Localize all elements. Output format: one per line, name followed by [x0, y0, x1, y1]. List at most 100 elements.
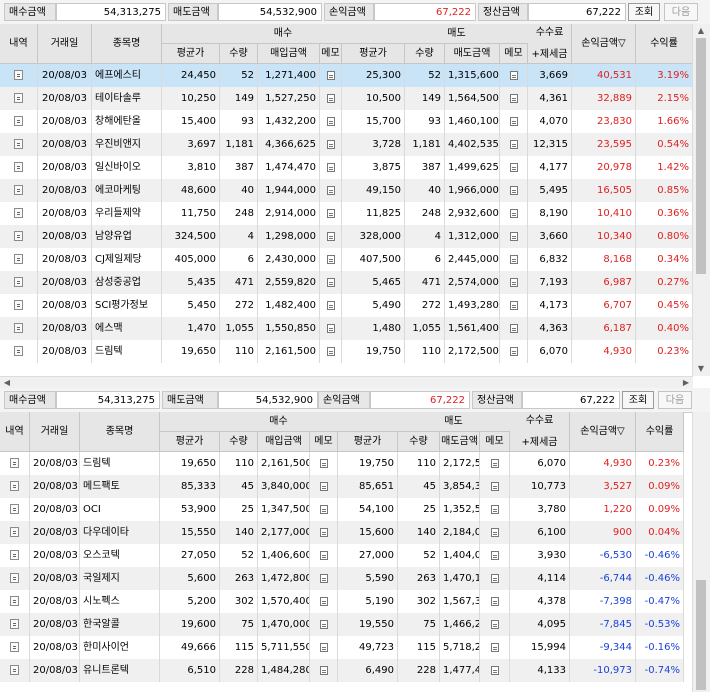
memo-icon[interactable] — [326, 346, 335, 356]
buy-memo-icon[interactable] — [320, 294, 342, 317]
detail-icon[interactable] — [10, 665, 19, 675]
sell-memo-icon[interactable] — [500, 133, 528, 156]
scroll-down-icon[interactable]: ▼ — [695, 364, 707, 374]
memo-icon[interactable] — [509, 277, 518, 287]
sell-memo-icon[interactable] — [500, 317, 528, 340]
col-header-sell-avg[interactable]: 평균가 — [342, 44, 405, 64]
detail-icon[interactable] — [10, 527, 19, 537]
scroll-thumb[interactable] — [696, 38, 706, 274]
buy-memo-icon[interactable] — [310, 521, 338, 544]
detail-icon[interactable] — [14, 323, 23, 333]
memo-icon[interactable] — [509, 116, 518, 126]
col-header-sell-memo[interactable]: 메모 — [480, 432, 510, 452]
detail-icon[interactable] — [0, 271, 38, 294]
detail-icon[interactable] — [0, 567, 30, 590]
detail-icon[interactable] — [14, 208, 23, 218]
memo-icon[interactable] — [509, 93, 518, 103]
buy-memo-icon[interactable] — [320, 248, 342, 271]
sell-memo-icon[interactable] — [500, 64, 528, 87]
memo-icon[interactable] — [490, 665, 499, 675]
buy-memo-icon[interactable] — [320, 340, 342, 363]
col-header-fee-tax[interactable]: 수수료 +제세금 — [528, 24, 572, 64]
col-header-buy-amount[interactable]: 매입금액 — [258, 44, 320, 64]
memo-icon[interactable] — [319, 573, 328, 583]
detail-icon[interactable] — [0, 636, 30, 659]
sell-memo-icon[interactable] — [480, 613, 510, 636]
table-row[interactable]: 20/08/03 에스맥 1,470 1,055 1,550,850 1,480 1,055… — [0, 317, 693, 340]
memo-icon[interactable] — [509, 323, 518, 333]
sell-memo-icon[interactable] — [480, 590, 510, 613]
buy-memo-icon[interactable] — [320, 133, 342, 156]
table-row[interactable]: 20/08/03 SCI평가정보 5,450 272 1,482,400 5,490 272… — [0, 294, 693, 317]
memo-icon[interactable] — [490, 458, 499, 468]
detail-icon[interactable] — [0, 110, 38, 133]
buy-memo-icon[interactable] — [320, 202, 342, 225]
memo-icon[interactable] — [326, 139, 335, 149]
sell-memo-icon[interactable] — [480, 659, 510, 682]
buy-memo-icon[interactable] — [310, 636, 338, 659]
memo-icon[interactable] — [326, 323, 335, 333]
memo-icon[interactable] — [490, 527, 499, 537]
scroll-left-icon[interactable]: ◀ — [1, 378, 13, 388]
col-header-sell-qty[interactable]: 수량 — [405, 44, 445, 64]
sell-memo-icon[interactable] — [500, 248, 528, 271]
sell-memo-icon[interactable] — [500, 294, 528, 317]
sell-memo-icon[interactable] — [500, 271, 528, 294]
memo-icon[interactable] — [509, 162, 518, 172]
scroll-right-icon[interactable]: ▶ — [680, 378, 692, 388]
detail-icon[interactable] — [0, 317, 38, 340]
memo-icon[interactable] — [490, 573, 499, 583]
col-header-sell-amount[interactable]: 매도금액 — [440, 432, 480, 452]
memo-icon[interactable] — [326, 93, 335, 103]
table-row[interactable]: 20/08/03 에코마케팅 48,600 40 1,944,000 49,150 40 1,… — [0, 179, 693, 202]
sell-memo-icon[interactable] — [480, 475, 510, 498]
table-row[interactable]: 20/08/03 오스코텍 27,050 52 1,406,600 27,000 52 1,4… — [0, 544, 684, 567]
detail-icon[interactable] — [0, 521, 30, 544]
table-row[interactable]: 20/08/03 우리들제약 11,750 248 2,914,000 11,825 248… — [0, 202, 693, 225]
detail-icon[interactable] — [10, 619, 19, 629]
memo-icon[interactable] — [326, 70, 335, 80]
next-button[interactable]: 다음 — [664, 3, 698, 21]
memo-icon[interactable] — [319, 504, 328, 514]
memo-icon[interactable] — [490, 596, 499, 606]
detail-icon[interactable] — [0, 590, 30, 613]
detail-icon[interactable] — [14, 185, 23, 195]
col-header-detail[interactable]: 내역 — [0, 24, 38, 64]
detail-icon[interactable] — [14, 93, 23, 103]
sell-memo-icon[interactable] — [500, 202, 528, 225]
detail-icon[interactable] — [0, 248, 38, 271]
sell-memo-icon[interactable] — [500, 179, 528, 202]
detail-icon[interactable] — [10, 458, 19, 468]
detail-icon[interactable] — [0, 64, 38, 87]
col-header-buy-qty[interactable]: 수량 — [220, 44, 258, 64]
col-header-sell-memo[interactable]: 메모 — [500, 44, 528, 64]
query-button[interactable]: 조회 — [622, 391, 654, 409]
sell-memo-icon[interactable] — [480, 498, 510, 521]
table-row[interactable]: 20/08/03 삼성중공업 5,435 471 2,559,820 5,465 471 2,… — [0, 271, 693, 294]
buy-memo-icon[interactable] — [310, 452, 338, 475]
memo-icon[interactable] — [319, 458, 328, 468]
detail-icon[interactable] — [14, 139, 23, 149]
detail-icon[interactable] — [0, 156, 38, 179]
table-row[interactable]: 20/08/03 드림텍 19,650 110 2,161,500 19,750 110 2,… — [0, 340, 693, 363]
memo-icon[interactable] — [509, 254, 518, 264]
buy-memo-icon[interactable] — [320, 271, 342, 294]
buy-memo-icon[interactable] — [310, 544, 338, 567]
sell-memo-icon[interactable] — [500, 156, 528, 179]
sell-memo-icon[interactable] — [500, 87, 528, 110]
sell-memo-icon[interactable] — [480, 636, 510, 659]
detail-icon[interactable] — [10, 504, 19, 514]
sell-memo-icon[interactable] — [480, 521, 510, 544]
memo-icon[interactable] — [319, 665, 328, 675]
memo-icon[interactable] — [319, 596, 328, 606]
memo-icon[interactable] — [326, 185, 335, 195]
table-row[interactable]: 20/08/03 시노펙스 5,200 302 1,570,400 5,190 302 1,5… — [0, 590, 684, 613]
detail-icon[interactable] — [14, 162, 23, 172]
buy-memo-icon[interactable] — [320, 156, 342, 179]
detail-icon[interactable] — [0, 225, 38, 248]
memo-icon[interactable] — [326, 231, 335, 241]
memo-icon[interactable] — [490, 619, 499, 629]
detail-icon[interactable] — [0, 340, 38, 363]
memo-icon[interactable] — [319, 481, 328, 491]
next-button[interactable]: 다음 — [658, 391, 692, 409]
